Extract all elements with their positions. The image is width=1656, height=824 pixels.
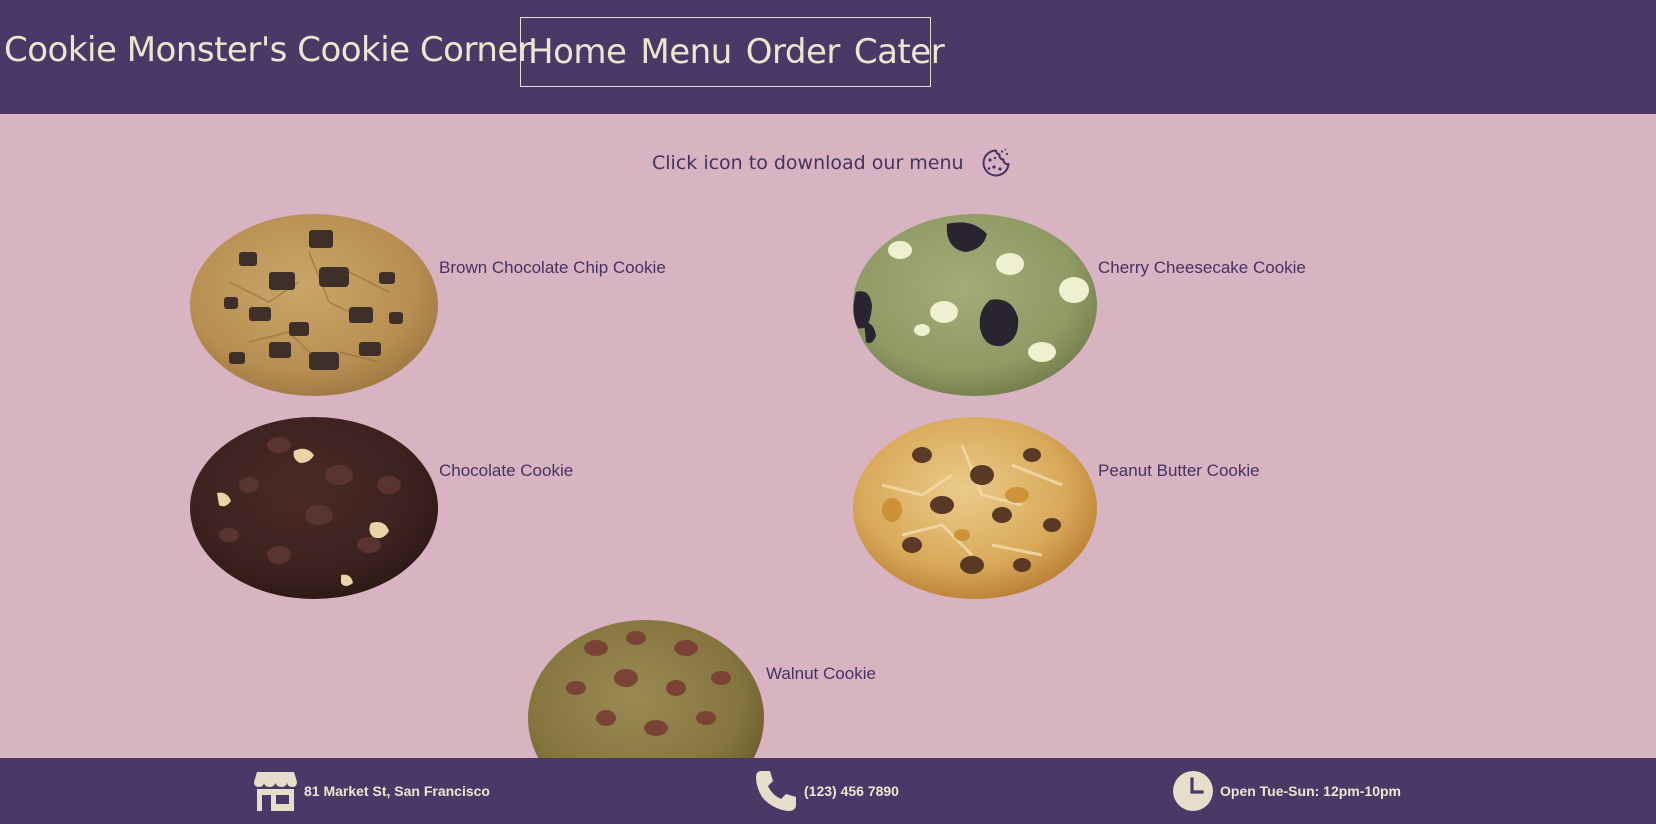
menu-download-row: Click icon to download our menu: [652, 145, 1012, 181]
cookie-name: Walnut Cookie: [766, 664, 876, 683]
cherry-cheesecake-cookie-photo: [853, 214, 1097, 396]
cookie-name: Cherry Cheesecake Cookie: [1098, 258, 1306, 277]
brown-chocolate-chip-cookie-photo: [190, 214, 438, 396]
footer-hours: Open Tue-Sun: 12pm-10pm: [1172, 758, 1401, 824]
cookie-item: Brown Chocolate Chip Cookie: [189, 212, 666, 398]
nav-home-link[interactable]: Home: [528, 32, 627, 72]
phone-icon: [756, 771, 796, 811]
footer-address: 81 Market St, San Francisco: [253, 758, 490, 824]
site-footer: 81 Market St, San Francisco (123) 456 78…: [0, 758, 1656, 824]
footer-phone: (123) 456 7890: [754, 758, 899, 824]
clock-icon: [1173, 771, 1213, 811]
nav-menu-link[interactable]: Menu: [640, 32, 732, 72]
cookie-item: Chocolate Cookie: [189, 415, 573, 601]
cookie-item: Cherry Cheesecake Cookie: [852, 212, 1306, 398]
cookie-item: Peanut Butter Cookie: [852, 415, 1260, 601]
storefront-icon: [254, 772, 297, 811]
nav-cater-link[interactable]: Cater: [854, 32, 945, 72]
chocolate-cookie-photo: [190, 417, 438, 599]
nav-order-link[interactable]: Order: [746, 32, 841, 72]
cookie-name: Chocolate Cookie: [439, 461, 574, 480]
cookie-name: Brown Chocolate Chip Cookie: [439, 258, 666, 277]
menu-download-text: Click icon to download our menu: [652, 152, 964, 174]
cookie-icon[interactable]: [980, 147, 1012, 179]
site-title: Cookie Monster's Cookie Corner: [4, 30, 532, 70]
cookie-name: Peanut Butter Cookie: [1098, 461, 1260, 480]
site-header: Cookie Monster's Cookie Corner Home Menu…: [0, 0, 1656, 114]
main-nav: Home Menu Order Cater: [520, 17, 945, 87]
peanut-butter-cookie-photo: [853, 417, 1097, 599]
footer-address-text: 81 Market St, San Francisco: [304, 783, 490, 799]
footer-hours-text: Open Tue-Sun: 12pm-10pm: [1220, 783, 1401, 799]
footer-phone-text: (123) 456 7890: [804, 783, 899, 799]
